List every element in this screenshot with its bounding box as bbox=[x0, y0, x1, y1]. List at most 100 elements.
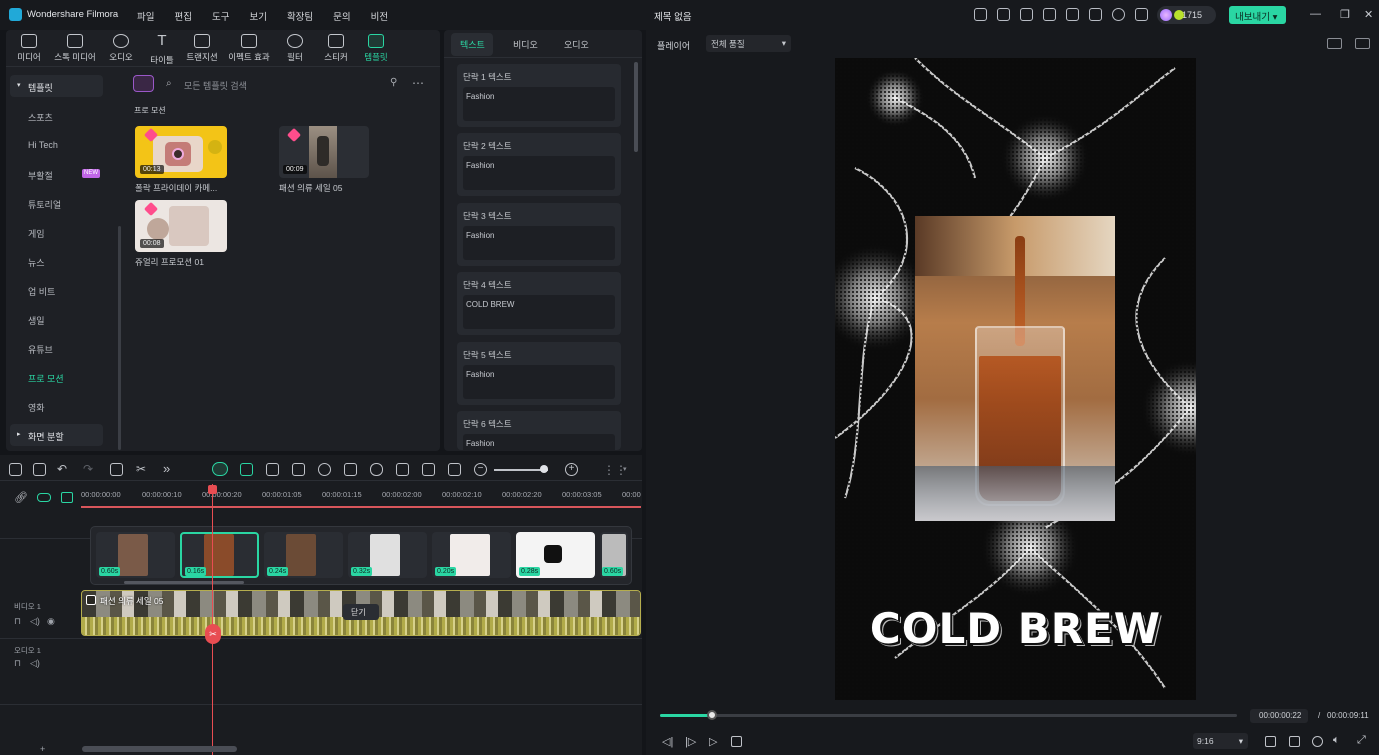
send-icon[interactable] bbox=[997, 8, 1010, 21]
fullscreen-preview-icon[interactable] bbox=[1265, 736, 1276, 747]
credits-badge[interactable]: 1715 bbox=[1157, 6, 1216, 24]
close-icon[interactable]: ✕ bbox=[1364, 8, 1373, 21]
monitor-icon[interactable] bbox=[1043, 8, 1056, 21]
menu-file[interactable]: 파일 bbox=[137, 9, 154, 23]
timeline-scrollbar[interactable] bbox=[82, 746, 237, 752]
playhead-handle[interactable] bbox=[208, 485, 217, 494]
sidebar-item-sports[interactable]: 스포츠 bbox=[28, 111, 53, 124]
next-frame-icon[interactable]: |▷ bbox=[685, 735, 696, 748]
current-time[interactable]: 00:00:00:22 bbox=[1250, 709, 1308, 723]
cut-icon[interactable]: ✂ bbox=[136, 462, 146, 476]
scene-clip[interactable]: 0.20s bbox=[432, 532, 511, 578]
display-icon[interactable] bbox=[1289, 736, 1300, 747]
shield-icon[interactable] bbox=[344, 463, 357, 476]
sidebar-item-easter[interactable]: 부활절 bbox=[28, 169, 53, 182]
split-icon[interactable]: ✂ bbox=[205, 624, 221, 644]
grid-icon[interactable] bbox=[1135, 8, 1148, 21]
marker-icon[interactable] bbox=[61, 492, 73, 503]
add-track-icon[interactable]: + bbox=[40, 744, 45, 754]
filter-sort-icon[interactable]: ⚲ bbox=[390, 77, 397, 88]
tab-stock-media[interactable]: 스톡 미디어 bbox=[52, 34, 98, 63]
tab-titles[interactable]: T 타이틀 bbox=[140, 33, 184, 66]
menu-edit[interactable]: 편집 bbox=[174, 9, 191, 23]
pip-icon[interactable] bbox=[422, 463, 435, 476]
menu-view[interactable]: 보기 bbox=[249, 9, 266, 23]
maximize-icon[interactable]: ❐ bbox=[1340, 8, 1350, 21]
delete-icon[interactable] bbox=[110, 463, 123, 476]
tab-templates[interactable]: 템플릿 bbox=[354, 34, 398, 63]
mute-icon[interactable]: ◁) bbox=[30, 658, 40, 669]
tab-transitions[interactable]: 트랜지션 bbox=[180, 34, 224, 63]
scene-clip[interactable]: 0.60s bbox=[600, 532, 628, 578]
sidebar-item-news[interactable]: 뉴스 bbox=[28, 256, 45, 269]
more-tools-icon[interactable]: » bbox=[163, 461, 170, 476]
play-icon[interactable]: ▷ bbox=[709, 735, 717, 748]
expand-icon[interactable]: ⤢ bbox=[1357, 734, 1366, 747]
layout-icon[interactable] bbox=[1327, 38, 1342, 49]
text-to-speech-icon[interactable] bbox=[396, 463, 409, 476]
menu-extensions[interactable]: 확장팀 bbox=[287, 9, 313, 23]
select-tool-icon[interactable] bbox=[33, 463, 46, 476]
playback-progress[interactable] bbox=[660, 714, 1237, 717]
snap-icon[interactable] bbox=[240, 463, 253, 476]
zoom-in-icon[interactable]: + bbox=[565, 463, 578, 476]
tab-stickers[interactable]: 스티커 bbox=[314, 34, 358, 63]
text-field-input[interactable]: Fashion bbox=[463, 434, 615, 450]
tab-text[interactable]: 텍스트 bbox=[460, 38, 485, 51]
sidebar-item-tutorial[interactable]: 튜토리얼 bbox=[28, 198, 61, 211]
tab-audio-props[interactable]: 오디오 bbox=[564, 38, 589, 51]
lock-icon[interactable]: ⊓ bbox=[14, 658, 21, 669]
scene-clip[interactable]: 0.28s bbox=[516, 532, 595, 578]
mute-icon[interactable]: ◁) bbox=[30, 616, 40, 627]
link-icon[interactable]: 🔗︎ bbox=[14, 491, 28, 504]
menu-version[interactable]: 비전 bbox=[371, 9, 388, 23]
prev-frame-icon[interactable]: ◁| bbox=[662, 735, 673, 748]
tab-filters[interactable]: 필터 bbox=[273, 34, 317, 63]
redo-icon[interactable]: ↷ bbox=[83, 462, 93, 476]
ai-template-icon[interactable] bbox=[133, 75, 154, 92]
search-input[interactable]: 모든 템플릿 검색 bbox=[184, 79, 247, 92]
menu-help[interactable]: 문의 bbox=[333, 9, 350, 23]
tab-audio[interactable]: 오디오 bbox=[99, 34, 143, 63]
sidebar-item-hitech[interactable]: Hi Tech bbox=[28, 140, 58, 150]
scene-clip[interactable]: 0.24s bbox=[264, 532, 343, 578]
render-icon[interactable] bbox=[292, 463, 305, 476]
cloud-icon[interactable] bbox=[1089, 8, 1102, 21]
headset-icon[interactable] bbox=[1112, 8, 1125, 21]
mic-icon[interactable] bbox=[370, 463, 383, 476]
clip-strip-scrollbar[interactable] bbox=[124, 581, 244, 584]
sidebar-item-upbeat[interactable]: 업 비트 bbox=[28, 285, 55, 298]
volume-icon[interactable]: 🔈︎ bbox=[1333, 734, 1340, 747]
share-icon[interactable] bbox=[1020, 8, 1033, 21]
sidebar-item-birthday[interactable]: 생일 bbox=[28, 314, 45, 327]
quality-select[interactable]: 전체 품질 ▾ bbox=[706, 35, 791, 52]
speed-icon[interactable] bbox=[318, 463, 331, 476]
stop-icon[interactable] bbox=[731, 736, 742, 747]
video-preview[interactable]: COLD BREW bbox=[835, 58, 1196, 700]
sidebar-item-youtube[interactable]: 유튜브 bbox=[28, 343, 53, 356]
sidebar-item-movie[interactable]: 영화 bbox=[28, 401, 45, 414]
sidebar-scrollbar[interactable] bbox=[118, 226, 121, 450]
minimize-icon[interactable]: — bbox=[1310, 8, 1321, 20]
undo-icon[interactable]: ↶ bbox=[57, 462, 67, 476]
scene-clip-selected[interactable]: 0.16s bbox=[180, 532, 259, 578]
progress-handle[interactable] bbox=[707, 710, 717, 720]
sidebar-header[interactable]: ▾ 템플릿 bbox=[10, 75, 103, 97]
more-options-icon[interactable]: ⋯ bbox=[412, 76, 424, 90]
gift-icon[interactable] bbox=[974, 8, 987, 21]
scene-clip[interactable]: 0.32s bbox=[348, 532, 427, 578]
tab-effects[interactable]: 이펙트 효과 bbox=[223, 34, 275, 63]
auto-ripple-icon[interactable] bbox=[212, 462, 228, 476]
aspect-ratio-select[interactable]: 9:16 ▾ bbox=[1193, 733, 1248, 749]
properties-scrollbar[interactable] bbox=[634, 62, 638, 152]
scene-clip[interactable]: 0.60s bbox=[96, 532, 175, 578]
tab-media[interactable]: 미디어 bbox=[7, 34, 51, 63]
chevron-down-icon[interactable]: ▾ bbox=[623, 465, 627, 473]
text-field-input[interactable]: Fashion bbox=[463, 156, 615, 190]
snapshot-icon[interactable] bbox=[1312, 736, 1323, 747]
zoom-slider-handle[interactable] bbox=[540, 465, 548, 473]
zoom-out-icon[interactable]: − bbox=[474, 463, 487, 476]
text-field-input[interactable]: Fashion bbox=[463, 87, 615, 121]
eye-icon[interactable]: ◉ bbox=[47, 616, 55, 627]
save-icon[interactable] bbox=[1066, 8, 1079, 21]
